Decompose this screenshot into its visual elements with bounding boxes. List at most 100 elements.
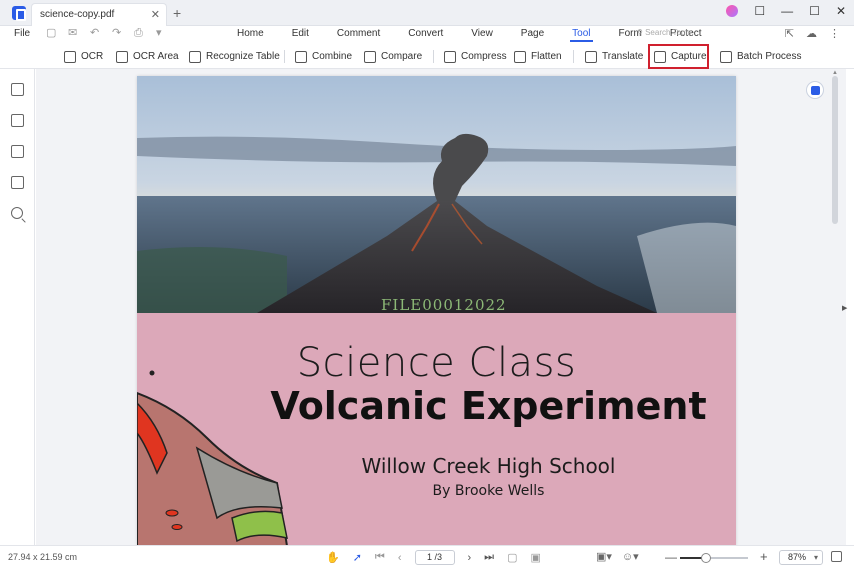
page-navigation: ✋ ➚ ⏮ ‹ 1 /3 › ⏭ ▢ ▣ [326,550,541,565]
tab-home[interactable]: Home [237,28,264,39]
attachment-icon[interactable] [11,176,24,189]
hand-tool-icon[interactable]: ✋ [326,551,340,564]
page-layout-icon[interactable]: ▢ [507,551,517,564]
menu-bar: File ▢ ✉ ↶ ↷ ⎙ ▾ Home Edit Comment Conve… [0,26,854,44]
close-icon[interactable]: ✕ [836,4,846,18]
compare-button[interactable]: Compare [364,48,422,65]
minimize-icon[interactable]: — [781,4,793,18]
view-mode-icon[interactable]: ▣▾ [596,550,612,563]
status-bar: 27.94 x 21.59 cm ✋ ➚ ⏮ ‹ 1 /3 › ⏭ ▢ ▣ ▣▾… [0,545,854,568]
tab-page[interactable]: Page [521,28,544,39]
tab-edit[interactable]: Edit [292,28,309,39]
file-menu[interactable]: File [14,28,30,39]
tab-view[interactable]: View [471,28,493,39]
share-icon[interactable]: ⇱ [785,27,794,40]
flatten-icon [514,50,526,63]
prev-page-icon[interactable]: ‹ [398,552,402,564]
dropdown-icon[interactable]: ▾ [156,27,168,39]
recognize-table-button[interactable]: Recognize Table [189,48,280,65]
zoom-slider-handle[interactable] [700,553,711,563]
capture-highlight [648,44,709,69]
document-workspace: FILE00012022 Science Class Volcanic Expe… [36,69,846,545]
batch-process-icon [720,50,732,63]
new-tab-button[interactable]: + [173,5,181,21]
ocr-area-label: OCR Area [133,51,179,62]
mail-icon[interactable]: ✉ [68,27,80,39]
first-page-icon[interactable]: ⏮ [375,551,385,564]
fullscreen-icon[interactable] [831,551,842,562]
thumbnails-icon[interactable] [11,83,24,96]
title-bar: science-copy.pdf ✕ + ☐ — ☐ ✕ [0,0,854,26]
last-page-icon[interactable]: ⏭ [484,551,494,564]
search-icon: ⚲ [637,28,646,37]
combine-icon [295,50,307,63]
batch-process-label: Batch Process [737,51,802,62]
app-logo-icon [12,6,26,21]
vertical-scrollbar[interactable] [832,76,838,224]
cloud-upload-icon[interactable]: ☁ [806,27,817,40]
tool-ribbon: OCR OCR Area Recognize Table Combine Com… [0,44,854,69]
search-tools-input[interactable]: ⚲ Search Tools [637,28,691,37]
flatten-button[interactable]: Flatten [514,48,562,65]
next-page-icon[interactable]: › [468,552,472,564]
avatar[interactable] [726,5,739,17]
compress-icon [444,50,456,63]
search-tools-placeholder: Search Tools [645,28,692,37]
maximize-icon[interactable]: ☐ [809,4,820,18]
author-name: By Brooke Wells [432,483,545,499]
batch-process-button[interactable]: Batch Process [720,48,801,65]
watermark-text: FILE00012022 [381,296,507,314]
save-icon[interactable]: ▢ [46,27,58,39]
compare-label: Compare [381,51,423,62]
combine-label: Combine [312,51,353,62]
translate-button[interactable]: Translate [585,48,643,65]
cover-subtitle: Volcanic Experiment [270,384,707,428]
bookmark-icon[interactable] [11,114,24,127]
page-dimensions: 27.94 x 21.59 cm [8,552,78,562]
comment-icon[interactable] [11,145,24,158]
reading-mode-icon[interactable]: ☺▾ [622,550,639,563]
header-right-icons: ⇱ ☁ ⋮ [785,27,840,40]
combine-button[interactable]: Combine [295,48,352,65]
zoom-level-select[interactable]: 87% [779,550,823,565]
translate-icon [585,50,597,63]
tab-close-icon[interactable]: ✕ [151,8,160,21]
undo-icon[interactable]: ↶ [90,27,102,39]
page-number-input[interactable]: 1 /3 [414,550,455,565]
tab-convert[interactable]: Convert [408,28,443,39]
fit-page-icon[interactable]: ▣ [530,551,540,564]
toolbar-divider [284,50,285,63]
cover-title: Science Class [296,340,577,386]
compress-button[interactable]: Compress [444,48,507,65]
ocr-icon [64,50,76,63]
select-tool-icon[interactable]: ➚ [353,551,362,564]
compare-icon [364,50,376,63]
print-icon[interactable]: ⎙ [134,27,146,39]
toolbar-divider [433,50,434,63]
compress-label: Compress [461,51,507,62]
translate-float-icon[interactable] [806,81,824,99]
search-icon[interactable] [11,207,23,219]
tab-comment[interactable]: Comment [337,28,380,39]
translate-label: Translate [602,51,644,62]
expand-right-panel-icon[interactable]: ▶ [842,304,847,312]
zoom-in-button[interactable]: + [760,549,768,564]
toolbar-divider [573,50,574,63]
ocr-label: OCR [81,51,104,62]
zoom-slider[interactable] [680,553,748,563]
notification-icon[interactable]: ☐ [754,4,765,18]
ocr-button[interactable]: OCR [64,48,103,65]
ocr-area-button[interactable]: OCR Area [116,48,179,65]
redo-icon[interactable]: ↷ [112,27,124,39]
volcano-photo [137,76,736,313]
school-name: Willow Creek High School [361,454,616,478]
more-icon[interactable]: ⋮ [829,27,840,40]
tab-tool[interactable]: Tool [570,28,593,42]
document-tab[interactable]: science-copy.pdf ✕ [31,3,167,26]
table-icon [189,50,201,63]
view-options: ▣▾ ☺▾ [596,550,639,563]
flatten-label: Flatten [531,51,562,62]
left-sidebar [0,69,35,545]
zoom-out-button[interactable]: — [665,550,677,564]
document-tab-label: science-copy.pdf [40,9,115,20]
